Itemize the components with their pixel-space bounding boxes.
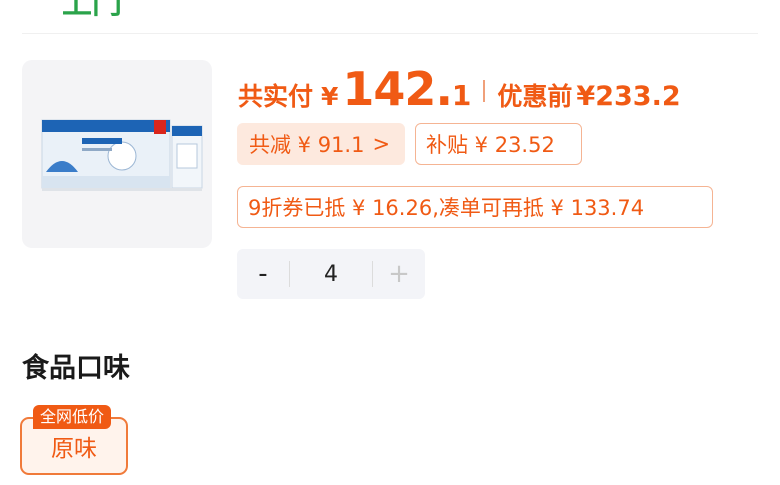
paid-label: 共实付 [238,82,314,111]
subsidy-text: 补贴 ¥ 23.52 [426,133,555,157]
price-separator [483,80,486,102]
paid-amount-int: 142. [342,62,452,116]
paid-amount-dec: 1 [451,79,472,112]
total-reduction-chip[interactable]: 共减 ¥ 91.1 > [237,123,405,165]
coupon-chip: 9折券已抵 ¥ 16.26,凑单可再抵 ¥ 133.74 [237,186,713,228]
chevron-right-icon: > [372,132,391,156]
flavor-option-label: 原味 [51,436,97,462]
reduction-text: 共减 ¥ 91.1 [249,133,365,157]
yen-symbol: ¥ [321,82,339,111]
product-image[interactable] [22,60,212,248]
flavor-section-title: 食品口味 [22,353,130,384]
subsidy-chip: 补贴 ¥ 23.52 [415,123,582,165]
order-item-page: 上门 共实付 ¥ 142. 1 优惠前 ¥233.2 共减 ¥ 91.1 > 补… [0,0,780,485]
total-price-row: 共实付 ¥ 142. 1 优惠前 ¥233.2 [238,62,681,116]
quantity-value[interactable]: 4 [290,262,372,287]
coupon-text: 9折券已抵 ¥ 16.26,凑单可再抵 ¥ 133.74 [248,196,645,220]
original-price: ¥233.2 [576,81,681,112]
milk-box-icon [41,119,203,191]
quantity-stepper: - 4 + [237,249,425,299]
decrement-button[interactable]: - [237,259,289,289]
increment-button[interactable]: + [373,259,425,289]
original-label: 优惠前 [497,82,573,111]
top-label: 上门 [62,0,122,21]
divider [22,33,758,34]
lowest-price-badge: 全网低价 [33,405,112,429]
